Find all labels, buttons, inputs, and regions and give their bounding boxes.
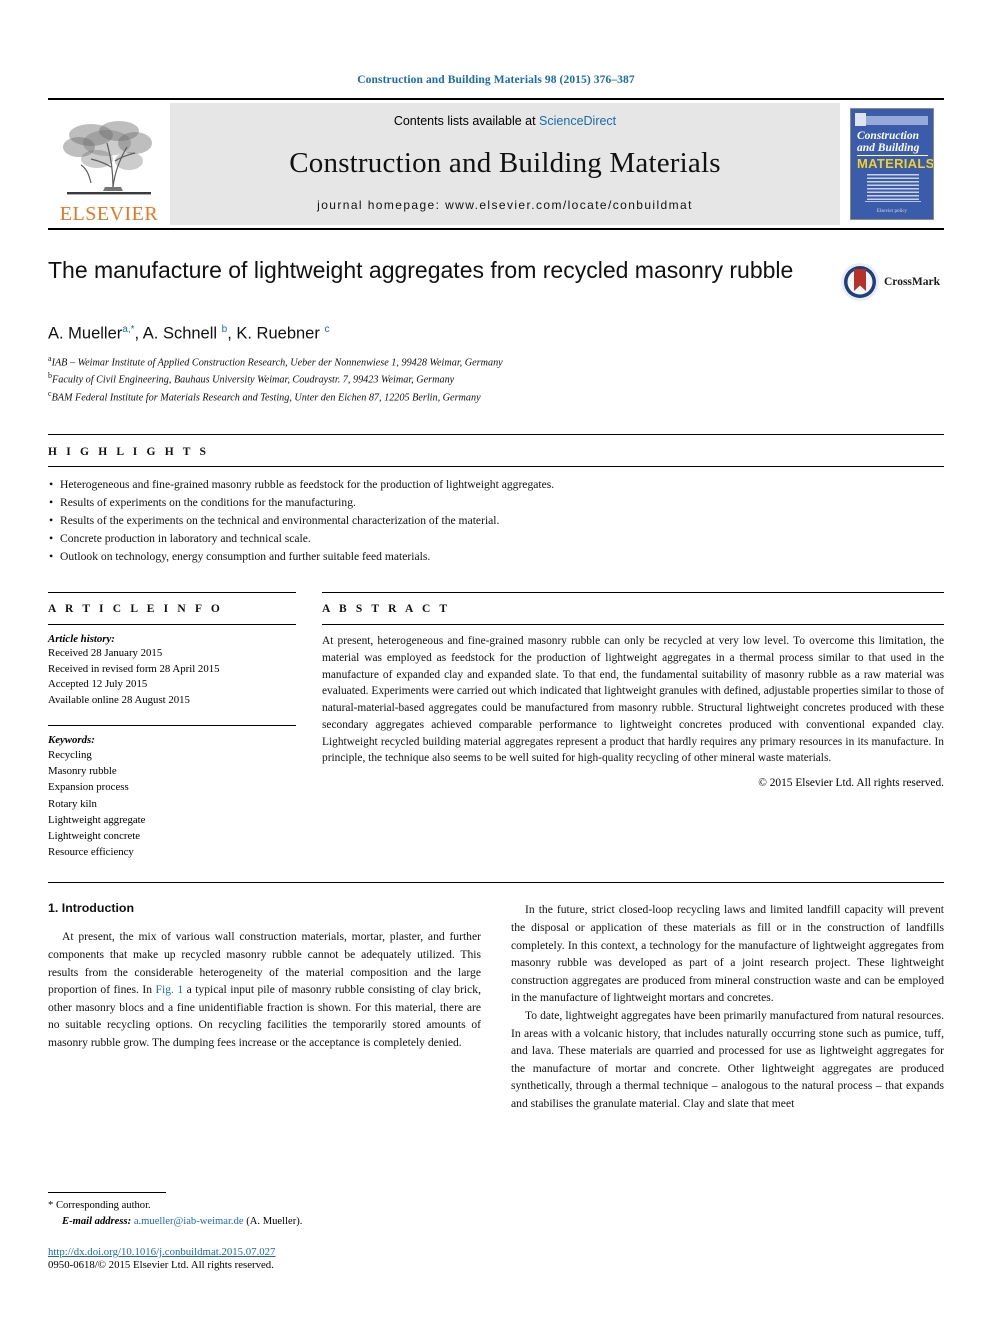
corresponding-marker: * (48, 1200, 54, 1212)
cover-title-line1: Construction (857, 130, 919, 142)
affiliation-a: aIAB – Weimar Institute of Applied Const… (48, 353, 944, 371)
highlights-heading: H I G H L I G H T S (48, 446, 210, 459)
elsevier-tree-icon (63, 121, 152, 195)
section-heading-introduction: 1. Introduction (48, 901, 135, 916)
cover-title-line3: MATERIALS (857, 156, 934, 171)
abstract-top-rule (322, 591, 944, 593)
list-item: Results of the experiments on the techni… (48, 511, 944, 530)
running-head: Construction and Building Materials 98 (… (357, 74, 635, 86)
info-head-rule (48, 623, 296, 625)
cover-title-line2: and Building (857, 142, 920, 154)
keyword-item: Rotary kiln (48, 797, 97, 810)
journal-masthead: ELSEVIER Contents lists available at Sci… (48, 98, 944, 230)
page-footer: * Corresponding author. E-mail address: … (48, 1192, 458, 1271)
keyword-item: Expansion process (48, 781, 129, 794)
keyword-item: Resource efficiency (48, 846, 134, 859)
author-list: A. Muellera,*, A. Schnell b, K. Ruebner … (48, 324, 330, 343)
list-item: Results of experiments on the conditions… (48, 493, 944, 512)
paragraph-right-1: In the future, strict closed-loop recycl… (511, 903, 944, 1005)
issn-copyright: 0950-0618/© 2015 Elsevier Ltd. All right… (48, 1259, 274, 1271)
info-abstract-row: A R T I C L E I N F O Article history: R… (48, 591, 944, 860)
abstract-copyright: © 2015 Elsevier Ltd. All rights reserved… (758, 777, 944, 790)
cover-abstract-text-block (867, 174, 919, 200)
highlights-list: Heterogeneous and fine-grained masonry r… (48, 475, 944, 566)
highlights-top-rule (48, 434, 944, 436)
email-line: E-mail address: a.mueller@iab-weimar.de … (48, 1214, 458, 1230)
history-online: Available online 28 August 2015 (48, 694, 190, 707)
corresponding-label: Corresponding author. (55, 1200, 151, 1212)
journal-title: Construction and Building Materials (289, 146, 721, 179)
abstract-column: A B S T R A C T At present, heterogeneou… (322, 591, 944, 860)
keyword-item: Masonry rubble (48, 765, 117, 778)
journal-band: Contents lists available at ScienceDirec… (170, 103, 840, 225)
list-item: Heterogeneous and fine-grained masonry r… (48, 475, 944, 494)
cover-logo-square (855, 113, 866, 126)
footnote-rule (48, 1192, 166, 1194)
keywords-label: Keywords: (48, 733, 95, 746)
figure-1-link[interactable]: Fig. 1 (156, 983, 184, 996)
highlights-section: H I G H L I G H T S Heterogeneous and fi… (48, 434, 944, 566)
title-block: The manufacture of lightweight aggregate… (48, 256, 944, 308)
page-title: The manufacture of lightweight aggregate… (48, 257, 794, 283)
history-revised: Received in revised form 28 April 2015 (48, 662, 220, 675)
info-top-rule (48, 591, 296, 593)
abstract-text: At present, heterogeneous and fine-grain… (322, 634, 944, 765)
list-item: Concrete production in laboratory and te… (48, 529, 944, 548)
paragraph-right-2: To date, lightweight aggregates have bee… (511, 1008, 944, 1110)
abstract-heading: A B S T R A C T (322, 602, 451, 615)
journal-homepage[interactable]: journal homepage: www.elsevier.com/locat… (317, 198, 693, 212)
paragraph-intro-left: At present, the mix of various wall cons… (48, 928, 481, 1051)
affiliation-c: cBAM Federal Institute for Materials Res… (48, 388, 944, 406)
sciencedirect-link[interactable]: ScienceDirect (539, 114, 616, 128)
affiliation-text-a: IAB – Weimar Institute of Applied Constr… (51, 356, 503, 368)
cover-art: Construction and Building MATERIALS Else… (850, 108, 934, 220)
article-info-heading: A R T I C L E I N F O (48, 602, 223, 615)
affiliation-text-b: Faculty of Civil Engineering, Bauhaus Un… (52, 374, 455, 386)
keyword-item: Lightweight aggregate (48, 813, 146, 826)
affiliation-text-c: BAM Federal Institute for Materials Rese… (51, 392, 481, 404)
elsevier-logo: ELSEVIER (48, 100, 170, 228)
article-history-label: Article history: (48, 632, 115, 645)
keyword-item: Lightweight concrete (48, 829, 141, 842)
history-accepted: Accepted 12 July 2015 (48, 678, 148, 691)
abstract-head-rule (322, 623, 944, 625)
contents-available-line: Contents lists available at ScienceDirec… (394, 114, 616, 128)
crossmark-badge[interactable]: CrossMark (840, 260, 944, 304)
cover-rule-lower (865, 201, 921, 202)
cover-footnote: Elsevier policy (876, 209, 908, 214)
paper-page: Construction and Building Materials 98 (… (0, 0, 992, 1323)
contents-prefix: Contents lists available at (393, 114, 540, 128)
history-received: Received 28 January 2015 (48, 646, 163, 659)
keyword-item: Recycling (48, 748, 92, 761)
journal-cover-thumbnail: Construction and Building MATERIALS Else… (840, 100, 944, 228)
body-column-left: 1. Introduction At present, the mix of v… (48, 901, 481, 1112)
highlights-mid-rule (48, 466, 944, 468)
email-label: E-mail address: (62, 1216, 132, 1228)
body-columns: 1. Introduction At present, the mix of v… (48, 901, 944, 1112)
corresponding-author-line: * Corresponding author. (48, 1198, 458, 1214)
info-keywords-rule (48, 724, 296, 726)
email-suffix: (A. Mueller). (246, 1216, 303, 1228)
affiliation-b: bFaculty of Civil Engineering, Bauhaus U… (48, 370, 944, 388)
elsevier-wordmark: ELSEVIER (59, 203, 159, 225)
doi-link[interactable]: http://dx.doi.org/10.1016/j.conbuildmat.… (48, 1246, 458, 1258)
list-item: Outlook on technology, energy consumptio… (48, 547, 944, 566)
email-link[interactable]: a.mueller@iab-weimar.de (134, 1216, 244, 1227)
affiliations: aIAB – Weimar Institute of Applied Const… (48, 353, 944, 407)
body-top-rule (48, 882, 944, 884)
article-info-column: A R T I C L E I N F O Article history: R… (48, 591, 296, 860)
crossmark-icon (841, 263, 879, 301)
body-column-right: In the future, strict closed-loop recycl… (511, 901, 944, 1112)
cover-top-bar (858, 116, 928, 125)
crossmark-label: CrossMark (884, 276, 941, 288)
